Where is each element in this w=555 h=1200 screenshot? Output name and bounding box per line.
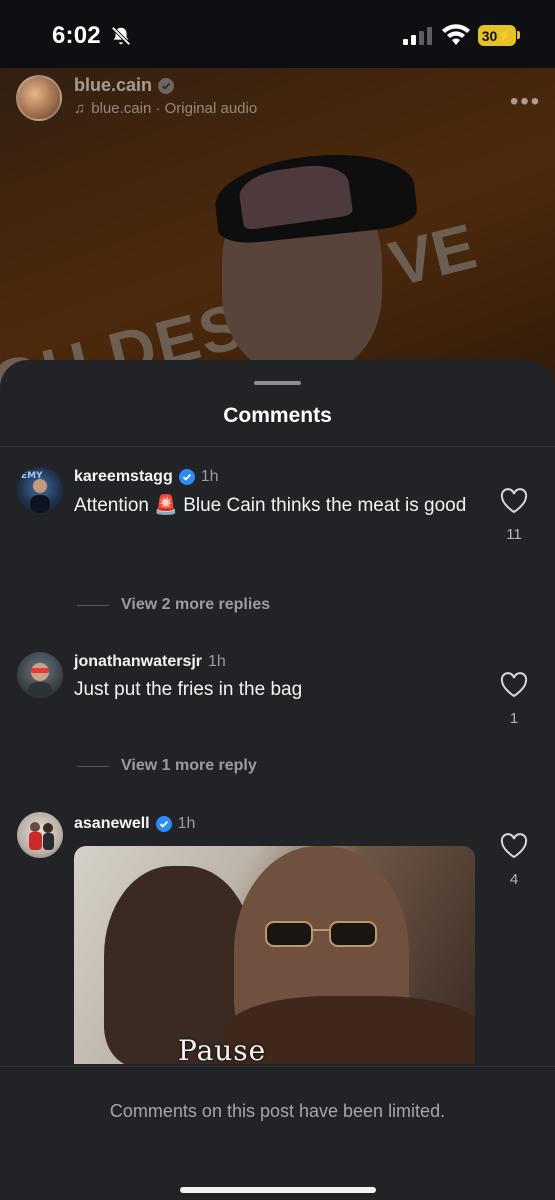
bell-muted-icon: [111, 26, 131, 46]
commenter-avatar[interactable]: [17, 652, 63, 698]
sheet-title: Comments: [223, 404, 332, 427]
avatar-figure-icon: [29, 822, 54, 850]
replies-line: [77, 765, 109, 767]
like-count: 1: [509, 710, 519, 727]
comment-header: kareemstagg 1h: [74, 468, 219, 486]
comment-header: asanewell 1h: [74, 815, 195, 833]
poster-username-row[interactable]: blue.cain: [74, 75, 257, 96]
battery-indicator: 30 ⚡: [478, 25, 516, 46]
battery-cap: [517, 31, 520, 39]
comments-limited-text: Comments on this post have been limited.: [109, 1101, 446, 1121]
comment-text: Attention 🚨 Blue Cain thinks the meat is…: [74, 495, 467, 516]
gif-caption: Pause: [178, 1034, 267, 1064]
view-replies-label[interactable]: View 2 more replies: [121, 596, 270, 614]
poster-username[interactable]: blue.cain: [74, 75, 152, 96]
svg-text:EMY: EMY: [21, 471, 43, 481]
comment-header: jonathanwatersjr 1h: [74, 653, 226, 671]
charging-bolt-icon: ⚡: [497, 28, 513, 43]
avatar-figure-icon: [28, 663, 52, 698]
replies-line: [77, 604, 109, 606]
comment-username[interactable]: kareemstagg: [74, 468, 173, 486]
more-options-icon[interactable]: •••: [510, 88, 541, 116]
like-count: 4: [509, 871, 519, 888]
comment-time: 1h: [208, 653, 226, 670]
comments-limited-footer: Comments on this post have been limited.: [0, 1066, 555, 1200]
view-replies-button[interactable]: View 1 more reply: [77, 757, 257, 775]
commenter-avatar[interactable]: [17, 812, 63, 858]
post-header: blue.cain ♫ blue.cain · Original audio: [16, 75, 257, 121]
verified-badge-icon: [158, 77, 175, 94]
like-count: 11: [506, 526, 522, 543]
cellular-signal-icon: [403, 27, 432, 45]
comment-username[interactable]: jonathanwatersjr: [74, 653, 202, 671]
commenter-avatar[interactable]: EMY: [17, 467, 63, 513]
sunglasses-icon: [265, 921, 377, 947]
view-replies-label[interactable]: View 1 more reply: [121, 757, 257, 775]
sheet-grabber-handle[interactable]: [254, 381, 301, 385]
heart-like-icon[interactable]: [500, 672, 528, 698]
comment-username[interactable]: asanewell: [74, 815, 150, 833]
comment-time: 1h: [177, 815, 196, 832]
music-note-icon: ♫: [74, 100, 86, 117]
avatar-figure-icon: EMY: [21, 471, 50, 513]
wifi-icon: [442, 24, 470, 45]
battery-level: 30: [481, 27, 498, 44]
status-time: 6:02: [52, 22, 101, 49]
comment-gif[interactable]: Pause: [74, 846, 475, 1064]
verified-badge-icon: [155, 816, 172, 832]
heart-like-icon[interactable]: [500, 833, 528, 859]
poster-avatar[interactable]: [16, 75, 62, 121]
comment-time: 1h: [200, 468, 219, 485]
view-replies-button[interactable]: View 2 more replies: [77, 596, 270, 614]
status-bar: 6:02 30 ⚡: [0, 0, 555, 68]
comments-sheet: Comments EMY kareemstagg 1h Attention 🚨 …: [0, 360, 555, 1200]
comment-text: Just put the fries in the bag: [74, 679, 303, 700]
verified-badge-icon: [178, 469, 195, 485]
audio-row[interactable]: ♫ blue.cain · Original audio: [74, 100, 257, 117]
heart-like-icon[interactable]: [500, 488, 528, 514]
audio-label[interactable]: blue.cain · Original audio: [91, 100, 257, 117]
home-indicator[interactable]: [180, 1187, 376, 1193]
divider: [0, 446, 555, 447]
